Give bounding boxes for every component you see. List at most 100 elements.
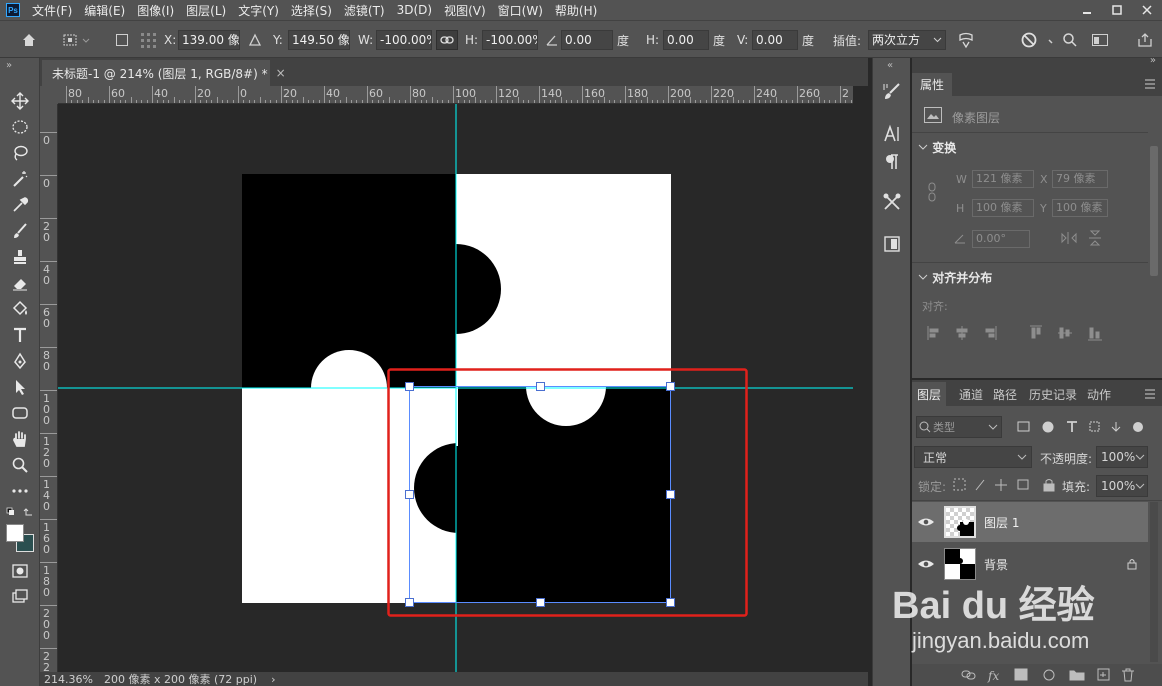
foreground-color-swatch[interactable] (6, 524, 24, 542)
home-button[interactable] (18, 30, 40, 50)
lasso-tool[interactable] (8, 142, 32, 164)
document-canvas[interactable] (58, 104, 853, 672)
y-input[interactable]: 149.50 像素 (288, 30, 350, 50)
tab-actions[interactable]: 动作 (1082, 382, 1116, 406)
eraser-tool[interactable] (8, 272, 32, 294)
layers-menu-icon[interactable] (1144, 388, 1156, 402)
tab-close-icon[interactable]: × (276, 66, 286, 80)
menu-edit[interactable]: 编辑(E) (78, 2, 131, 19)
dock-collapse-right-icon[interactable]: » (1150, 55, 1156, 66)
angle-input[interactable]: 0.00 (561, 30, 613, 50)
eyedropper-tool[interactable] (8, 194, 32, 216)
warp-button[interactable] (955, 30, 977, 50)
x-input[interactable]: 139.00 像素 (178, 30, 240, 50)
menu-type[interactable]: 文字(Y) (232, 2, 285, 19)
lock-icons[interactable] (952, 477, 1060, 493)
brush-settings-button[interactable] (880, 80, 904, 104)
ruler-label: 0 (43, 274, 50, 287)
screen-mode-button[interactable] (8, 586, 32, 608)
path-select-tool[interactable] (8, 376, 32, 398)
layer-row-layer1[interactable]: 图层 1 (912, 502, 1148, 542)
layers-scrollbar[interactable] (1150, 502, 1158, 662)
cancel-transform-button[interactable] (1018, 30, 1040, 50)
collapse-arrows-icon[interactable]: » (6, 60, 12, 71)
search-button[interactable] (1060, 30, 1080, 50)
more-tools-button[interactable] (8, 480, 32, 502)
menu-3d[interactable]: 3D(D) (391, 3, 438, 17)
share-button[interactable] (1134, 30, 1156, 50)
transform-reference-button[interactable] (58, 30, 94, 50)
zoom-tool[interactable] (8, 454, 32, 476)
workspace-button[interactable] (1089, 30, 1111, 50)
stamp-tool[interactable] (8, 246, 32, 268)
minimize-button[interactable] (1072, 0, 1102, 20)
tool-presets-button[interactable] (880, 190, 904, 214)
quick-mask-button[interactable] (8, 560, 32, 582)
default-swap-colors[interactable] (6, 506, 34, 520)
color-swatches[interactable] (6, 524, 36, 554)
skew-v-input[interactable]: 0.00 (752, 30, 798, 50)
tab-properties[interactable]: 属性 (912, 73, 953, 96)
fill-input[interactable]: 100% (1096, 475, 1148, 497)
pen-tool[interactable] (8, 350, 32, 372)
paint-bucket-tool[interactable] (8, 298, 32, 320)
section-chevron-icon (918, 274, 928, 280)
canvas-pasteboard[interactable] (58, 104, 853, 672)
menu-image[interactable]: 图像(I) (131, 2, 180, 19)
w-input[interactable]: -100.00% (376, 30, 432, 50)
menu-view[interactable]: 视图(V) (438, 2, 492, 19)
move-tool[interactable] (8, 90, 32, 112)
paragraph-panel-button[interactable] (880, 150, 904, 174)
blend-mode-select[interactable]: 正常 (914, 446, 1032, 468)
skew-h-input[interactable]: 0.00 (663, 30, 709, 50)
tab-paths[interactable]: 路径 (988, 382, 1022, 406)
prop-y-input[interactable]: 100 像素 (1052, 199, 1108, 217)
h-input[interactable]: -100.00% (482, 30, 538, 50)
menu-select[interactable]: 选择(S) (285, 2, 338, 19)
tab-channels[interactable]: 通道 (954, 382, 988, 406)
layer-filter-icons[interactable] (1016, 419, 1146, 435)
ruler-origin[interactable] (40, 86, 58, 104)
status-menu-arrow[interactable]: › (271, 673, 275, 686)
menu-file[interactable]: 文件(F) (26, 2, 78, 19)
prop-angle-input[interactable]: 0.00° (972, 230, 1030, 248)
flip-vertical-icon[interactable] (1088, 229, 1102, 250)
tab-history[interactable]: 历史记录 (1024, 382, 1082, 406)
ellipse-marquee-icon (12, 120, 28, 134)
zoom-readout[interactable]: 214.36% (44, 673, 100, 686)
properties-scrollbar[interactable] (1150, 146, 1158, 276)
tab-layers[interactable]: 图层 (912, 382, 947, 406)
interp-select[interactable]: 两次立方 (868, 30, 946, 50)
ruler-vertical[interactable]: 002040608010012014016018020022 (40, 104, 58, 672)
align-section-header[interactable]: 对齐并分布 (918, 269, 992, 286)
character-panel-button[interactable] (880, 122, 904, 146)
magic-wand-tool[interactable] (8, 168, 32, 190)
reference-checkbox[interactable] (114, 30, 130, 50)
menu-help[interactable]: 帮助(H) (549, 2, 603, 19)
type-tool[interactable] (8, 324, 32, 346)
shape-tool[interactable] (8, 402, 32, 424)
link-dims-icon[interactable] (926, 182, 938, 205)
prop-x-input[interactable]: 79 像素 (1052, 170, 1108, 188)
menu-window[interactable]: 窗口(W) (492, 2, 549, 19)
prop-h-input[interactable]: 100 像素 (972, 199, 1034, 217)
transform-section-header[interactable]: 变换 (918, 139, 956, 156)
opacity-input[interactable]: 100% (1096, 446, 1148, 468)
marquee-tool[interactable] (8, 116, 32, 138)
menu-layer[interactable]: 图层(L) (180, 2, 232, 19)
dock-collapse-icon[interactable]: « (887, 60, 893, 71)
link-aspect-button[interactable] (436, 30, 458, 50)
panel-menu-icon[interactable] (1144, 78, 1156, 92)
flip-horizontal-icon[interactable] (1060, 231, 1078, 248)
brush-tool[interactable] (8, 220, 32, 242)
maximize-button[interactable] (1102, 0, 1132, 20)
libraries-button[interactable] (880, 232, 904, 256)
ruler-horizontal[interactable]: 80 60 40 20 0 20 40 60 80 100 120 140 160 180 200 220 24… (58, 86, 853, 104)
prop-w-input[interactable]: 121 像素 (972, 170, 1034, 188)
menu-filter[interactable]: 滤镜(T) (338, 2, 391, 19)
layer-filter-select[interactable]: 类型 (916, 416, 1002, 438)
commit-transform-button[interactable] (1046, 30, 1058, 50)
document-tab[interactable]: 未标题-1 @ 214% (图层 1, RGB/8#) * × (42, 60, 286, 86)
hand-tool[interactable] (8, 428, 32, 450)
close-button[interactable] (1132, 0, 1162, 20)
